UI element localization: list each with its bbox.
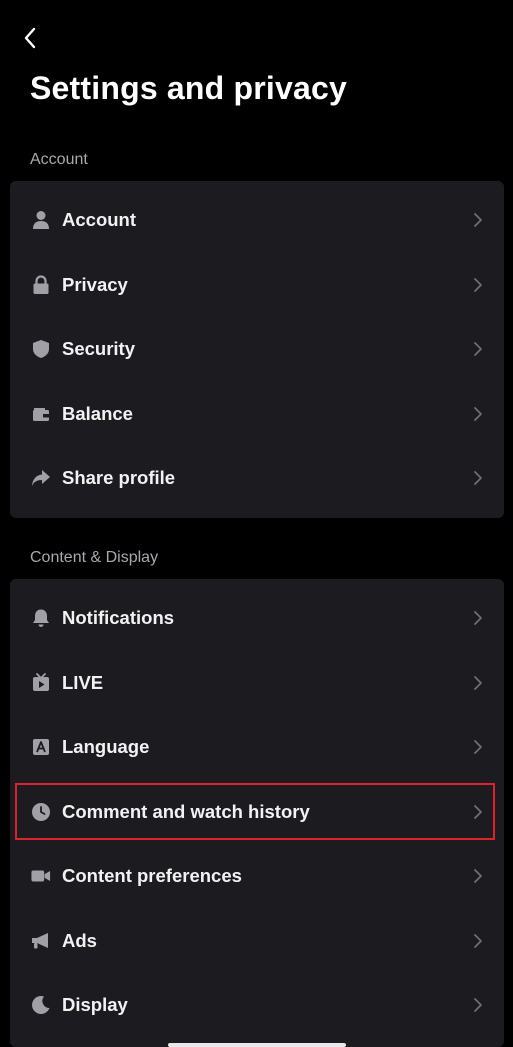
video-camera-icon <box>31 866 51 886</box>
chevron-left-icon <box>24 27 36 49</box>
live-tv-icon <box>31 672 51 693</box>
settings-item-label: Share profile <box>62 467 176 489</box>
person-icon <box>31 210 51 230</box>
chevron-right-icon <box>472 405 484 423</box>
settings-item-label: Comment and watch history <box>62 800 310 822</box>
language-a-icon <box>31 737 51 757</box>
settings-item-label: Content preferences <box>62 865 242 887</box>
chevron-right-icon <box>472 469 484 487</box>
settings-item-share-profile[interactable]: Share profile <box>10 446 504 511</box>
chevron-right-icon <box>472 867 484 885</box>
content-display-card: Notifications LIVE Language Comment and … <box>10 579 504 1047</box>
moon-icon <box>31 995 51 1015</box>
chevron-right-icon <box>472 996 484 1014</box>
settings-item-label: Ads <box>62 929 97 951</box>
bell-icon <box>31 608 51 628</box>
chevron-right-icon <box>472 276 484 294</box>
settings-item-label: Language <box>62 736 150 758</box>
megaphone-icon <box>31 931 51 951</box>
lock-icon <box>31 275 51 295</box>
chevron-right-icon <box>472 211 484 229</box>
settings-item-label: LIVE <box>62 671 104 693</box>
account-settings-card: Account Privacy Security Balance Share p… <box>10 181 504 518</box>
settings-item-label: Display <box>62 994 128 1016</box>
settings-item-label: Notifications <box>62 607 175 629</box>
back-button[interactable] <box>14 22 46 54</box>
shield-icon <box>31 339 51 359</box>
chevron-right-icon <box>472 738 484 756</box>
chevron-right-icon <box>472 609 484 627</box>
settings-item-content-preferences[interactable]: Content preferences <box>10 844 504 909</box>
section-label-content-display: Content & Display <box>30 549 159 566</box>
section-label-account: Account <box>30 151 88 168</box>
page-title: Settings and privacy <box>30 70 347 106</box>
home-indicator <box>168 1043 346 1047</box>
chevron-right-icon <box>472 674 484 692</box>
settings-item-notifications[interactable]: Notifications <box>10 586 504 651</box>
settings-item-label: Privacy <box>62 273 128 295</box>
settings-item-label: Security <box>62 338 136 360</box>
settings-item-display[interactable]: Display <box>10 973 504 1038</box>
share-arrow-icon <box>31 468 51 488</box>
chevron-right-icon <box>472 803 484 821</box>
settings-item-ads[interactable]: Ads <box>10 909 504 974</box>
settings-item-security[interactable]: Security <box>10 317 504 382</box>
wallet-icon <box>31 404 51 424</box>
chevron-right-icon <box>472 932 484 950</box>
settings-item-label: Balance <box>62 402 133 424</box>
settings-item-label: Account <box>62 209 136 231</box>
settings-item-live[interactable]: LIVE <box>10 651 504 716</box>
chevron-right-icon <box>472 340 484 358</box>
settings-item-language[interactable]: Language <box>10 715 504 780</box>
settings-item-account[interactable]: Account <box>10 188 504 253</box>
clock-icon <box>31 802 51 822</box>
settings-item-comment-and-watch-history[interactable]: Comment and watch history <box>10 780 504 845</box>
settings-item-privacy[interactable]: Privacy <box>10 253 504 318</box>
settings-item-balance[interactable]: Balance <box>10 382 504 447</box>
